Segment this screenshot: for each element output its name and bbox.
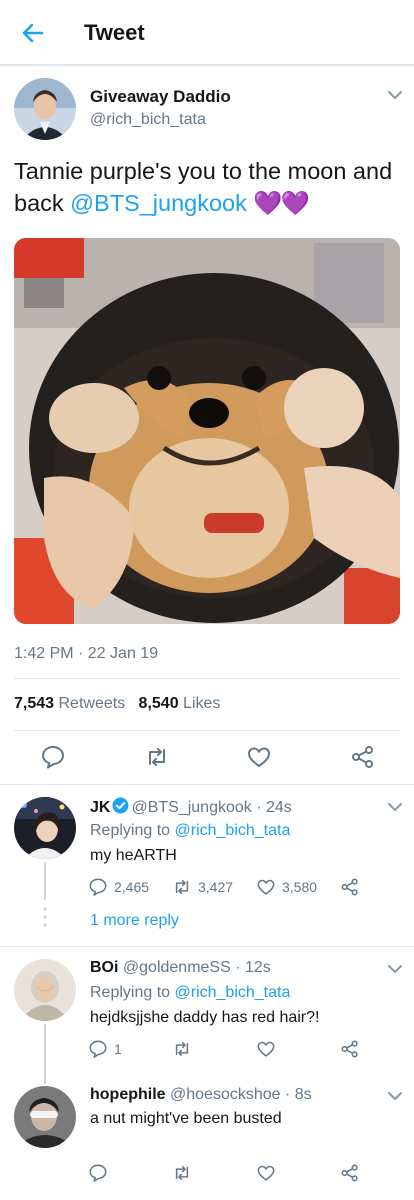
reply-time: · 24s <box>256 799 292 816</box>
back-arrow-icon[interactable] <box>20 20 46 46</box>
tweet-timestamp: 1:42 PM · 22 Jan 19 <box>14 645 159 662</box>
share-action[interactable] <box>340 1038 360 1060</box>
reply-handle[interactable]: @BTS_jungkook <box>131 799 251 816</box>
share-action[interactable] <box>340 1162 360 1184</box>
page-title: Tweet <box>84 20 145 45</box>
retweet-icon <box>175 880 189 894</box>
reply-time: · 8s <box>285 1086 312 1103</box>
reply-avatar[interactable] <box>14 959 76 1021</box>
reply-author[interactable]: BOi @goldenmeSS · 12s <box>90 959 271 977</box>
replying-to-label: Replying to <box>90 984 175 1001</box>
replying-to-label: Replying to <box>90 822 175 839</box>
like-action[interactable] <box>256 1162 276 1184</box>
chevron-down-icon[interactable] <box>387 963 403 975</box>
reply-author[interactable]: JK @BTS_jungkook · 24s <box>90 797 292 817</box>
like-action[interactable] <box>256 1038 276 1060</box>
retweet-count: 3,427 <box>198 879 234 895</box>
share-icon <box>341 878 358 896</box>
reply-text: my heARTH <box>90 847 177 864</box>
tweet-stats: 7,543 Retweets 8,540 Likes <box>14 695 220 713</box>
divider <box>0 784 414 785</box>
share-action[interactable] <box>340 876 360 898</box>
reply-action[interactable]: 1 <box>88 1038 122 1060</box>
like-icon <box>257 1041 275 1057</box>
like-action[interactable]: 3,580 <box>256 876 317 898</box>
reply-author[interactable]: hopephile @hoesockshoe · 8s <box>90 1086 312 1104</box>
chevron-down-icon[interactable] <box>387 801 403 813</box>
retweet-action[interactable] <box>172 1038 192 1060</box>
reply-author-name[interactable]: JK <box>90 799 110 816</box>
tweet-photo[interactable] <box>14 238 400 624</box>
reply-author-name[interactable]: BOi <box>90 959 118 976</box>
top-bar: Tweet <box>0 0 414 66</box>
reply-icon <box>89 878 107 896</box>
chevron-down-icon[interactable] <box>387 89 403 101</box>
reply-handle[interactable]: @hoesockshoe <box>170 1086 281 1103</box>
thread-dots-icon <box>43 907 47 927</box>
verified-badge-icon <box>112 797 129 814</box>
like-icon <box>257 879 275 895</box>
purple-heart-emoji: 💜💜 <box>253 190 310 216</box>
divider <box>14 678 400 679</box>
thread-line <box>44 1024 46 1084</box>
likes-label[interactable]: Likes <box>183 695 220 712</box>
retweet-icon <box>175 1042 189 1056</box>
tweet-text: Tannie purple's you to the moon and back… <box>14 155 402 219</box>
reply-avatar[interactable] <box>14 797 76 859</box>
reply-icon[interactable] <box>40 744 66 770</box>
retweet-action[interactable] <box>172 1162 192 1184</box>
reply-icon <box>89 1040 107 1058</box>
like-count: 3,580 <box>282 879 318 895</box>
reply-text: a nut might've been busted <box>90 1110 282 1127</box>
share-icon <box>341 1040 358 1058</box>
author-avatar[interactable] <box>14 78 76 140</box>
like-icon <box>257 1165 275 1181</box>
reply-author-name[interactable]: hopephile <box>90 1086 166 1103</box>
share-icon[interactable] <box>350 744 376 770</box>
author-handle[interactable]: @rich_bich_tata <box>90 111 206 129</box>
divider <box>14 730 400 731</box>
tweet-mention-link[interactable]: @BTS_jungkook <box>70 190 247 216</box>
reply-icon <box>89 1164 107 1182</box>
replying-to-link[interactable]: @rich_bich_tata <box>175 822 291 839</box>
reply-time: · 12s <box>235 959 271 976</box>
chevron-down-icon[interactable] <box>387 1090 403 1102</box>
reply-avatar[interactable] <box>14 1086 76 1148</box>
reply-handle[interactable]: @goldenmeSS <box>123 959 231 976</box>
reply-count: 2,465 <box>114 879 150 895</box>
reply-text: hejdksjjshe daddy has red hair?! <box>90 1009 320 1026</box>
more-replies-link[interactable]: 1 more reply <box>90 912 179 930</box>
replying-to: Replying to @rich_bich_tata <box>90 822 290 840</box>
replying-to-link[interactable]: @rich_bich_tata <box>175 984 291 1001</box>
author-name[interactable]: Giveaway Daddio <box>90 87 231 107</box>
share-icon <box>341 1164 358 1182</box>
likes-count[interactable]: 8,540 <box>139 695 179 712</box>
retweet-icon[interactable] <box>144 744 170 770</box>
replying-to: Replying to @rich_bich_tata <box>90 984 290 1002</box>
retweets-label[interactable]: Retweets <box>59 695 126 712</box>
like-icon[interactable] <box>246 744 272 770</box>
retweet-icon <box>175 1166 189 1180</box>
reply-action[interactable]: 2,465 <box>88 876 149 898</box>
divider <box>0 946 414 947</box>
retweet-action[interactable]: 3,427 <box>172 876 233 898</box>
reply-action[interactable] <box>88 1162 108 1184</box>
reply-count: 1 <box>114 1041 122 1057</box>
thread-line <box>44 862 46 900</box>
retweets-count[interactable]: 7,543 <box>14 695 54 712</box>
